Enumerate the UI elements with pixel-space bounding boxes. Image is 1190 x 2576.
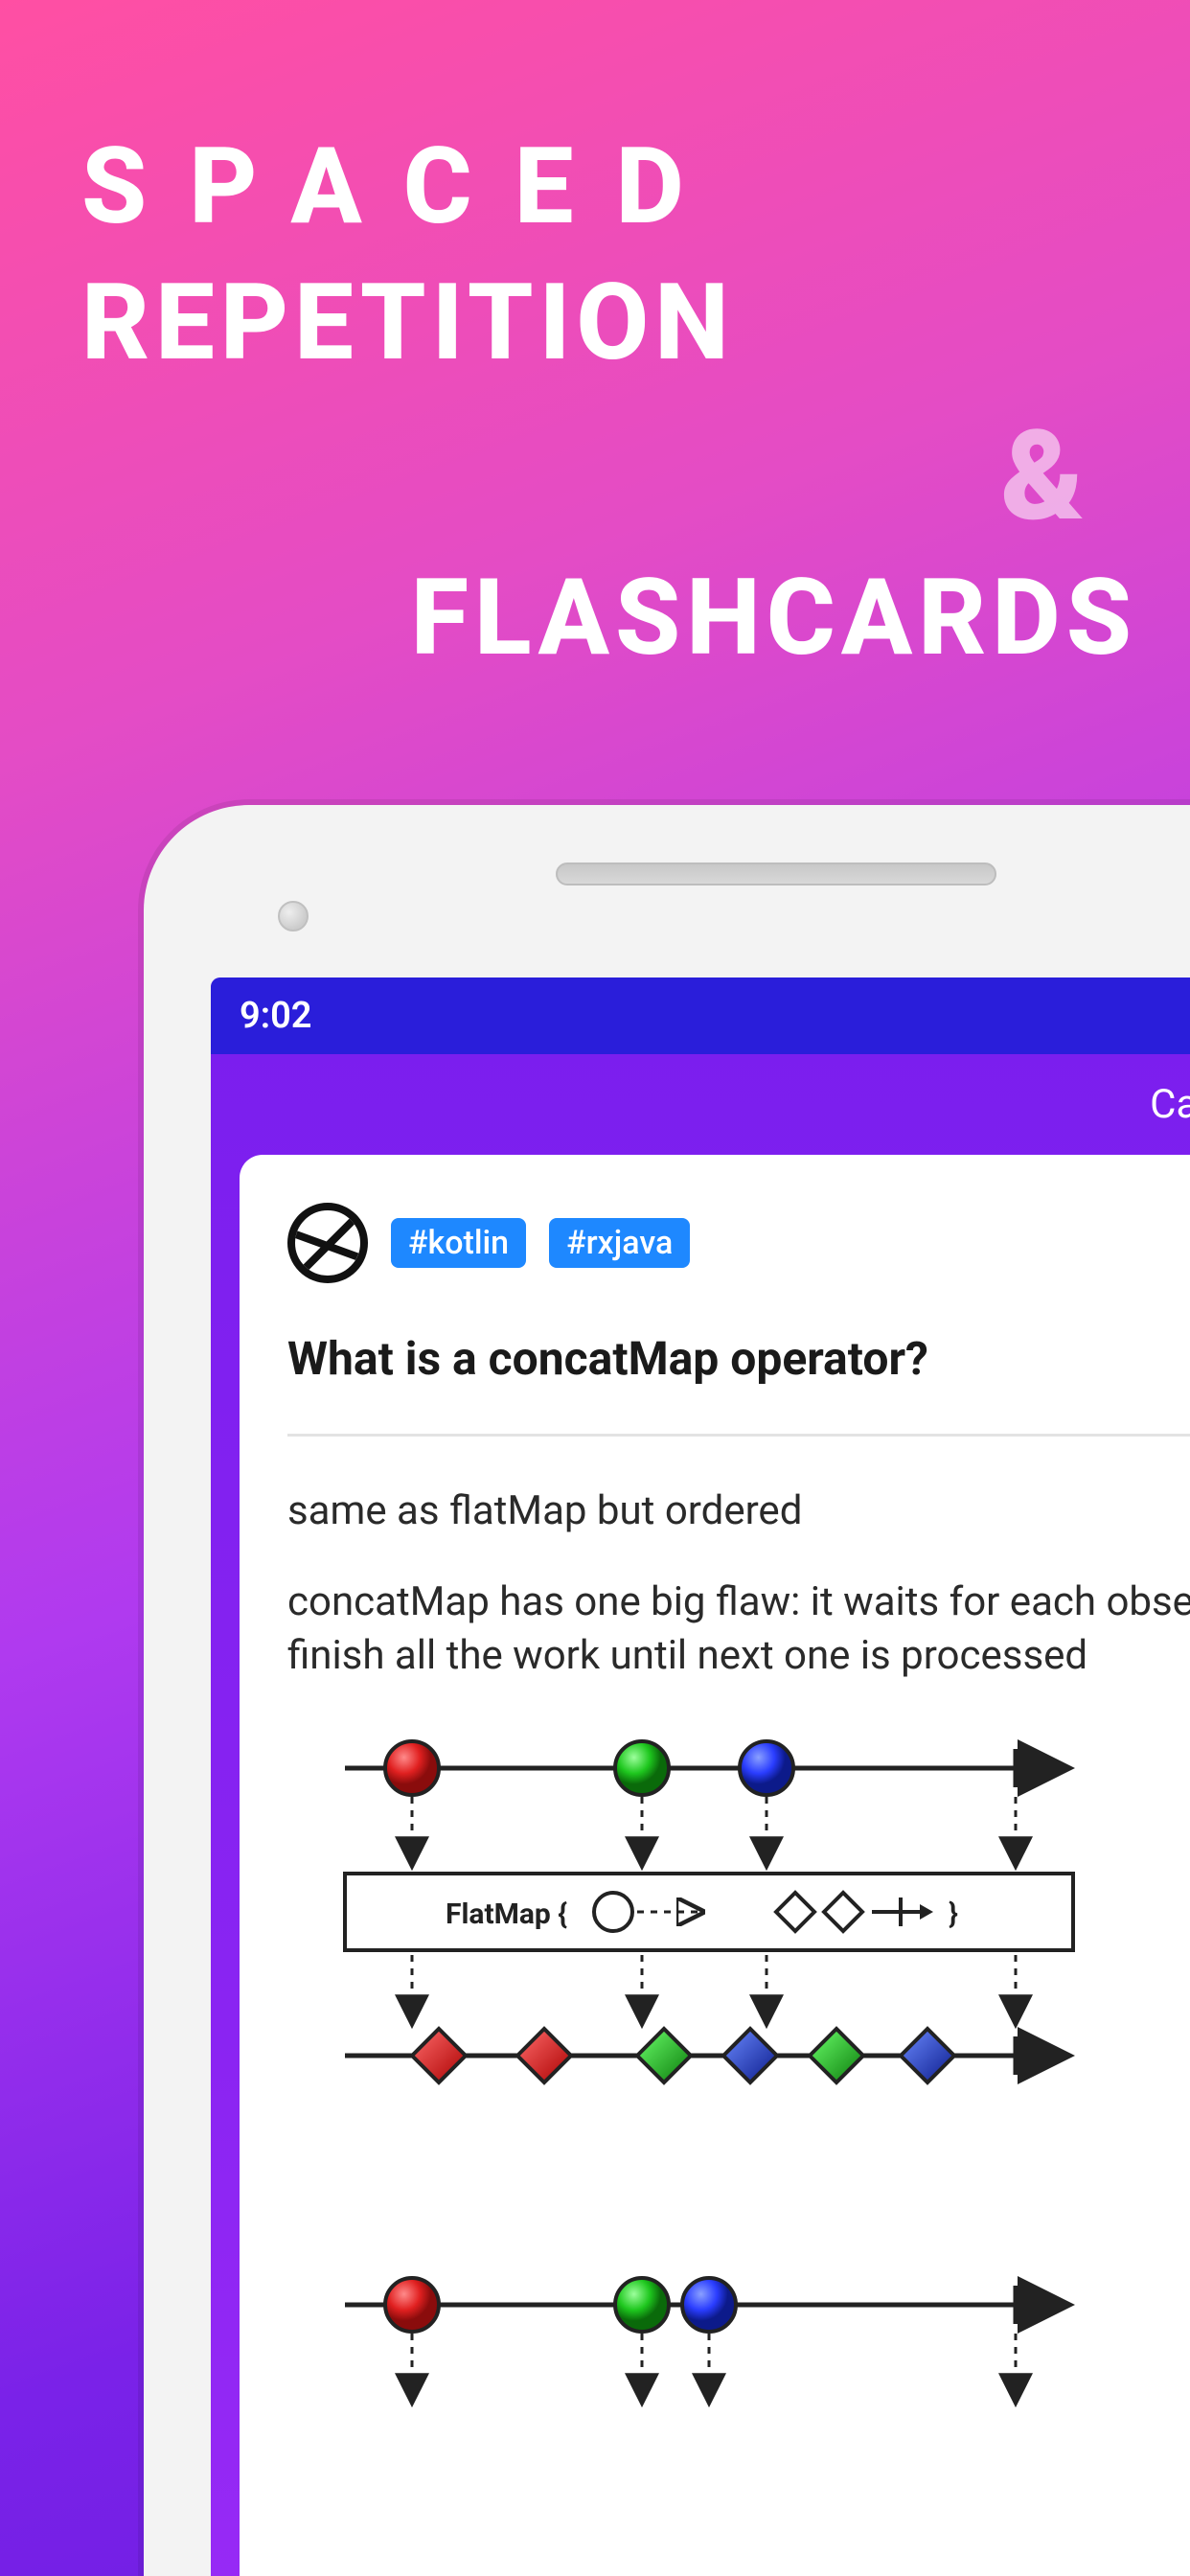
hero-title: SPACED REPETITION (81, 134, 1135, 376)
marble-diagram: FlatMap { } (287, 1720, 1190, 2410)
answer-line-1: same as flatMap but ordered (287, 1484, 1190, 1539)
status-bar: 9:02 (211, 978, 1190, 1054)
answer-line-2: concatMap has one big flaw: it waits for… (287, 1576, 1190, 1684)
divider (287, 1434, 1190, 1437)
author-avatar[interactable] (287, 1203, 368, 1283)
promo-background: SPACED REPETITION & FLASHCARDS 9:02 Card… (0, 0, 1190, 2576)
card-counter: Card 31/81 (211, 1054, 1190, 1155)
phone-frame: 9:02 Card 31/81 #kotlin #rxjava What is … (144, 805, 1190, 2576)
tag-rxjava[interactable]: #rxjava (549, 1218, 690, 1268)
tag-kotlin[interactable]: #kotlin (391, 1218, 526, 1268)
operator-label: FlatMap { (446, 1898, 567, 1931)
phone-speaker (556, 862, 996, 886)
card-question: What is a concatMap operator? (287, 1331, 1190, 1386)
hero-word-spaced: SPACED (81, 134, 1135, 240)
flashcard[interactable]: #kotlin #rxjava What is a concatMap oper… (240, 1155, 1190, 2576)
hero-word-repetition: REPETITION (81, 270, 1135, 376)
card-header: #kotlin #rxjava (287, 1203, 1190, 1283)
hero-word-flashcards: FLASHCARDS (411, 556, 1137, 679)
svg-text:}: } (949, 1898, 958, 1931)
status-time: 9:02 (240, 995, 311, 1037)
phone-screen: 9:02 Card 31/81 #kotlin #rxjava What is … (211, 978, 1190, 2576)
phone-camera (278, 901, 309, 932)
card-answer: same as flatMap but ordered concatMap ha… (287, 1484, 1190, 1684)
hero-ampersand: & (1000, 402, 1085, 549)
